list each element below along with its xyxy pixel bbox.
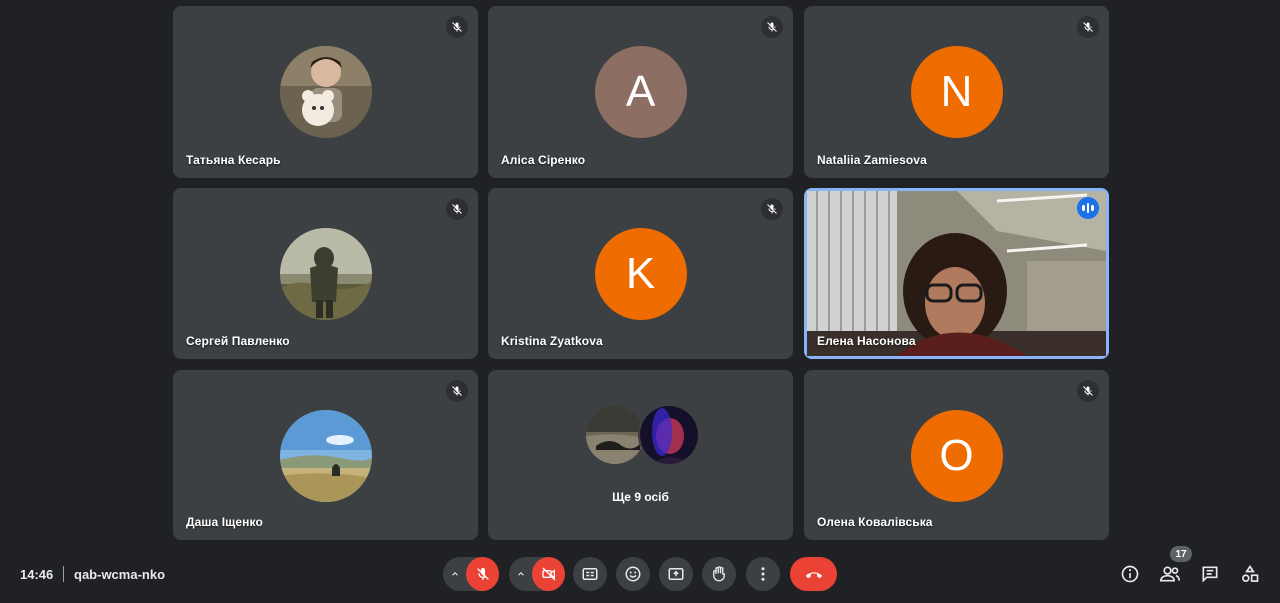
mic-off-icon: [1077, 16, 1099, 38]
participant-tile[interactable]: Даша Іщенко: [173, 370, 478, 540]
avatar: O: [910, 410, 1003, 502]
mini-avatar: [638, 404, 700, 466]
avatar: A: [594, 46, 687, 138]
more-options-icon: [761, 567, 765, 581]
participant-tile[interactable]: Сергей Павленко: [173, 188, 478, 359]
present-screen-icon: [668, 568, 684, 580]
emoji-button[interactable]: [616, 557, 650, 591]
avatar: K: [594, 228, 687, 320]
info-icon: [1121, 565, 1139, 583]
participant-name: Олена Ковалівська: [817, 515, 933, 529]
more-options-button[interactable]: [746, 557, 780, 591]
participant-tile[interactable]: Татьяна Кесарь: [173, 6, 478, 178]
speaking-indicator-icon: [1077, 197, 1099, 219]
participant-tile-speaking[interactable]: Елена Насонова: [804, 188, 1109, 359]
mic-off-button[interactable]: [466, 557, 499, 591]
participant-video: [807, 191, 1106, 356]
participant-name: Nataliia Zamiesova: [817, 153, 927, 167]
end-call-button[interactable]: [790, 557, 837, 591]
avatar: [279, 228, 372, 320]
participant-name: Татьяна Кесарь: [186, 153, 281, 167]
mic-off-icon: [761, 198, 783, 220]
participant-name: Kristina Zyatkova: [501, 334, 603, 348]
bottom-control-bar: 14:46 qab-wcma-nko: [0, 548, 1280, 603]
mic-off-icon: [446, 16, 468, 38]
mic-off-icon: [1077, 380, 1099, 402]
raise-hand-icon: [713, 566, 725, 582]
mic-off-icon: [761, 16, 783, 38]
participant-name: Елена Насонова: [817, 334, 916, 348]
avatar: [279, 410, 372, 502]
meeting-code: qab-wcma-nko: [74, 567, 166, 582]
camera-control-group: [509, 557, 565, 591]
captions-button[interactable]: [573, 557, 607, 591]
participant-name: Даша Іщенко: [186, 515, 263, 529]
chat-button[interactable]: [1197, 561, 1223, 587]
mic-options-chevron-up-icon[interactable]: [443, 557, 466, 591]
end-call-icon: [805, 572, 822, 579]
participant-tile[interactable]: O Олена Ковалівська: [804, 370, 1109, 540]
more-avatars: [584, 404, 704, 468]
people-button[interactable]: [1157, 561, 1183, 587]
captions-icon: [582, 568, 598, 580]
raise-hand-button[interactable]: [702, 557, 736, 591]
mic-off-icon: [476, 568, 489, 580]
chat-icon: [1202, 566, 1218, 583]
mic-off-icon: [446, 380, 468, 402]
participant-name: Сергей Павленко: [186, 334, 290, 348]
activities-icon: [1242, 564, 1259, 582]
participant-name: Аліса Сіренко: [501, 153, 586, 167]
emoji-icon: [625, 566, 641, 582]
meeting-time: 14:46: [20, 567, 54, 582]
meeting-info-button[interactable]: [1117, 561, 1143, 587]
participant-tile[interactable]: N Nataliia Zamiesova: [804, 6, 1109, 178]
participant-tile[interactable]: A Аліса Сіренко: [488, 6, 793, 178]
more-participants-tile[interactable]: Ще 9 осіб: [488, 370, 793, 540]
divider: [63, 566, 64, 582]
avatar: N: [910, 46, 1003, 138]
camera-off-icon: [541, 567, 556, 581]
people-icon: [1159, 566, 1180, 582]
people-count-badge: 17: [1170, 546, 1192, 562]
mini-avatar: [584, 404, 646, 466]
more-participants-label: Ще 9 осіб: [612, 490, 669, 504]
present-screen-button[interactable]: [659, 557, 693, 591]
mic-off-icon: [446, 198, 468, 220]
avatar: [279, 46, 372, 138]
participant-tile[interactable]: K Kristina Zyatkova: [488, 188, 793, 359]
camera-options-chevron-up-icon[interactable]: [509, 557, 532, 591]
mic-control-group: [443, 557, 499, 591]
meet-stage: Татьяна Кесарь A Аліса Сіренко N Natalii…: [0, 0, 1280, 603]
activities-button[interactable]: [1237, 561, 1263, 587]
camera-off-button[interactable]: [532, 557, 565, 591]
